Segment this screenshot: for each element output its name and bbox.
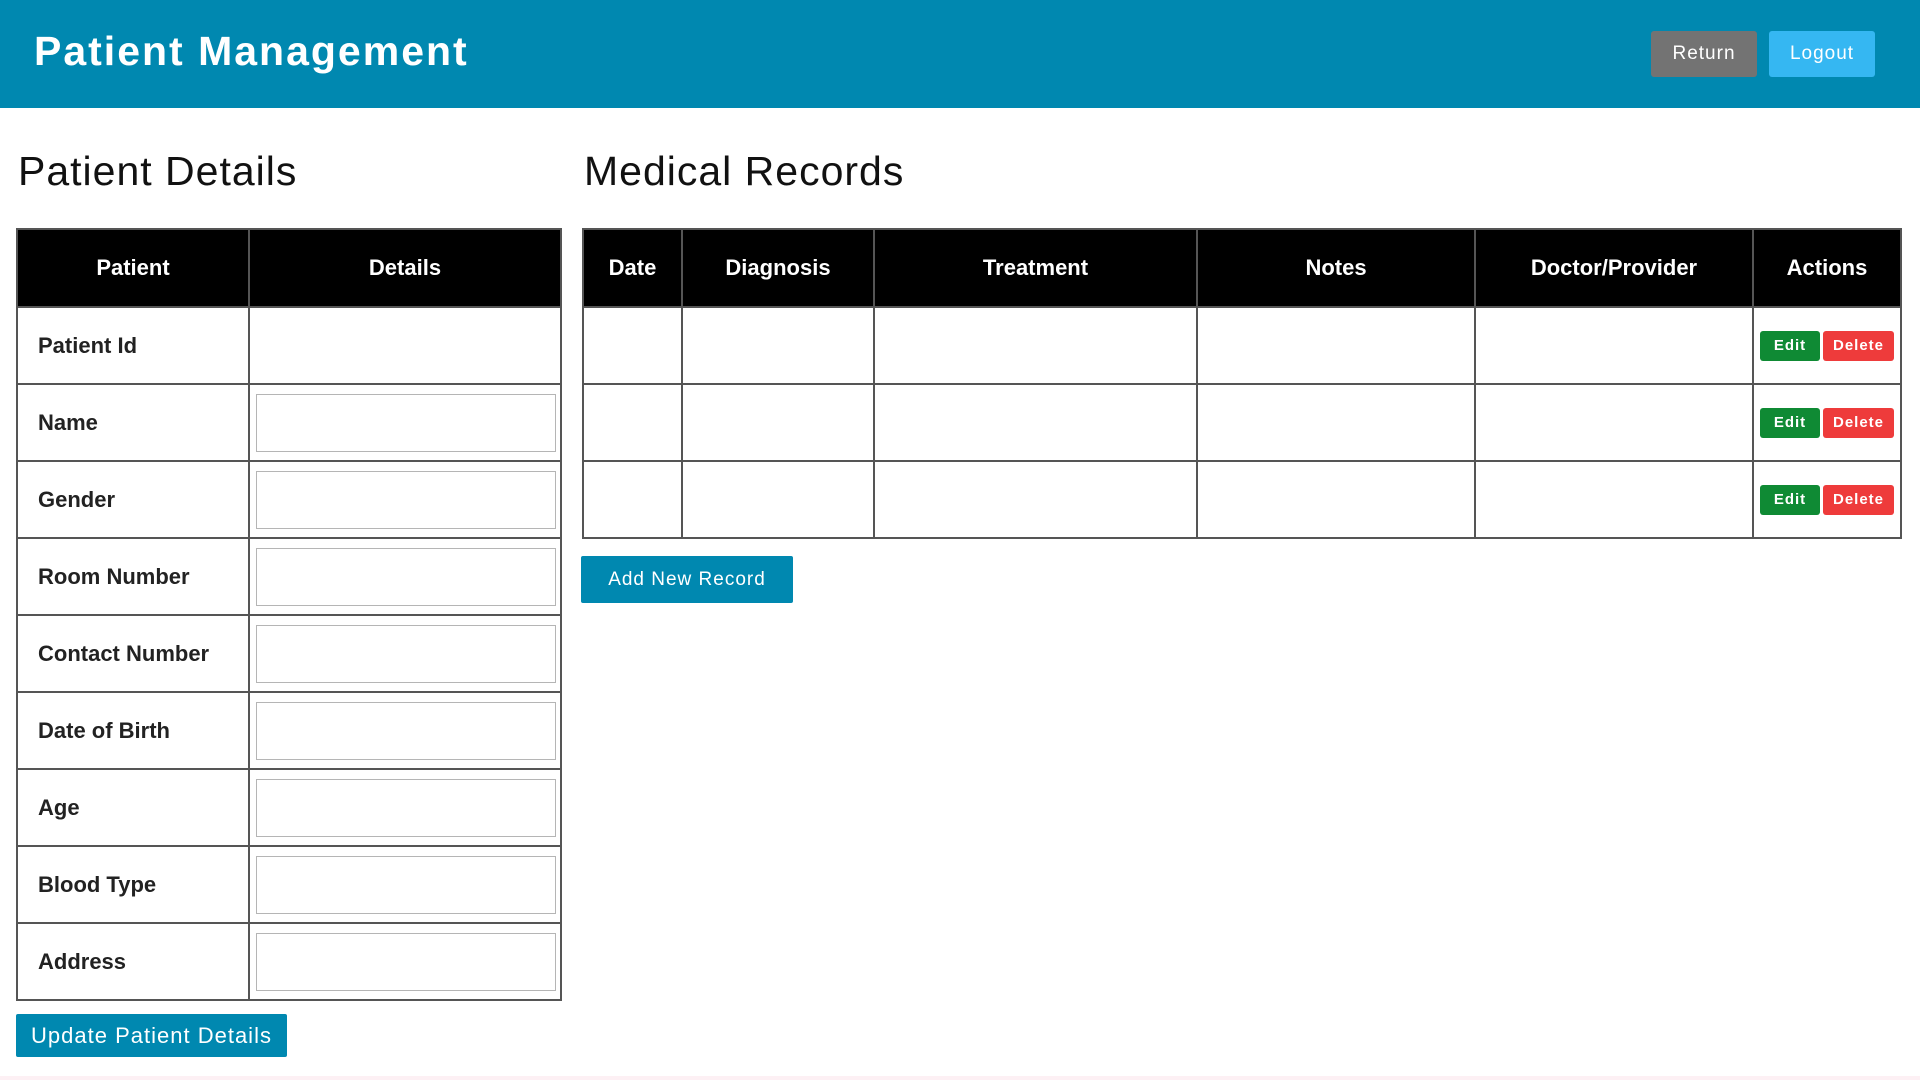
table-row: Edit Delete — [582, 383, 1902, 462]
record-diagnosis-cell — [681, 306, 875, 385]
address-input[interactable] — [256, 932, 556, 991]
field-label-address: Address — [16, 922, 250, 1001]
field-cell-gender — [248, 460, 562, 539]
field-cell-address — [248, 922, 562, 1001]
record-diagnosis-cell — [681, 460, 875, 539]
record-notes-cell — [1196, 306, 1476, 385]
delete-record-button[interactable]: Delete — [1823, 407, 1894, 438]
bottom-strip — [0, 1076, 1920, 1080]
field-cell-name — [248, 383, 562, 462]
room-number-input[interactable] — [256, 547, 556, 606]
column-header-doctor-provider: Doctor/Provider — [1474, 228, 1754, 308]
record-actions-cell: Edit Delete — [1752, 306, 1902, 385]
table-row: Edit Delete — [582, 306, 1902, 385]
app-header: Patient Management Return Logout — [0, 0, 1920, 108]
record-doctor-cell — [1474, 460, 1754, 539]
column-header-treatment: Treatment — [873, 228, 1198, 308]
table-header-row: Patient Details — [16, 228, 562, 308]
table-header-row: Date Diagnosis Treatment Notes Doctor/Pr… — [582, 228, 1902, 308]
patient-field-row-room-number: Room Number — [16, 537, 562, 616]
patient-details-table: Patient Details Patient Id Name Gender R… — [16, 228, 562, 1001]
column-header-details: Details — [248, 228, 562, 308]
delete-record-button[interactable]: Delete — [1823, 330, 1894, 361]
patient-field-row-contact-number: Contact Number — [16, 614, 562, 693]
record-date-cell — [582, 383, 683, 462]
date-of-birth-input[interactable] — [256, 701, 556, 760]
record-actions-cell: Edit Delete — [1752, 460, 1902, 539]
patient-field-row-blood-type: Blood Type — [16, 845, 562, 924]
app-title: Patient Management — [34, 28, 469, 74]
field-label-name: Name — [16, 383, 250, 462]
record-treatment-cell — [873, 306, 1198, 385]
medical-records-title: Medical Records — [584, 148, 905, 194]
field-cell-date-of-birth — [248, 691, 562, 770]
field-cell-room-number — [248, 537, 562, 616]
logout-button[interactable]: Logout — [1769, 31, 1875, 77]
delete-record-button[interactable]: Delete — [1823, 484, 1894, 515]
column-header-date: Date — [582, 228, 683, 308]
field-cell-age — [248, 768, 562, 847]
column-header-notes: Notes — [1196, 228, 1476, 308]
column-header-actions: Actions — [1752, 228, 1902, 308]
edit-record-button[interactable]: Edit — [1760, 407, 1820, 438]
name-input[interactable] — [256, 393, 556, 452]
record-date-cell — [582, 306, 683, 385]
update-patient-details-button[interactable]: Update Patient Details — [16, 1014, 287, 1057]
return-button[interactable]: Return — [1651, 31, 1757, 77]
record-actions-cell: Edit Delete — [1752, 383, 1902, 462]
record-notes-cell — [1196, 460, 1476, 539]
field-label-room-number: Room Number — [16, 537, 250, 616]
column-header-diagnosis: Diagnosis — [681, 228, 875, 308]
field-cell-contact-number — [248, 614, 562, 693]
medical-records-table: Date Diagnosis Treatment Notes Doctor/Pr… — [582, 228, 1902, 539]
record-notes-cell — [1196, 383, 1476, 462]
patient-details-title: Patient Details — [18, 148, 298, 194]
gender-input[interactable] — [256, 470, 556, 529]
field-label-contact-number: Contact Number — [16, 614, 250, 693]
record-diagnosis-cell — [681, 383, 875, 462]
record-doctor-cell — [1474, 383, 1754, 462]
blood-type-input[interactable] — [256, 855, 556, 914]
patient-field-row-patient-id: Patient Id — [16, 306, 562, 385]
column-header-patient: Patient — [16, 228, 250, 308]
edit-record-button[interactable]: Edit — [1760, 484, 1820, 515]
field-value-patient-id — [248, 306, 562, 385]
field-label-blood-type: Blood Type — [16, 845, 250, 924]
patient-field-row-address: Address — [16, 922, 562, 1001]
field-cell-blood-type — [248, 845, 562, 924]
patient-field-row-age: Age — [16, 768, 562, 847]
field-label-date-of-birth: Date of Birth — [16, 691, 250, 770]
add-new-record-button[interactable]: Add New Record — [581, 556, 793, 603]
record-treatment-cell — [873, 383, 1198, 462]
record-treatment-cell — [873, 460, 1198, 539]
edit-record-button[interactable]: Edit — [1760, 330, 1820, 361]
age-input[interactable] — [256, 778, 556, 837]
field-label-age: Age — [16, 768, 250, 847]
field-label-gender: Gender — [16, 460, 250, 539]
patient-field-row-name: Name — [16, 383, 562, 462]
contact-number-input[interactable] — [256, 624, 556, 683]
patient-field-row-gender: Gender — [16, 460, 562, 539]
record-doctor-cell — [1474, 306, 1754, 385]
patient-field-row-date-of-birth: Date of Birth — [16, 691, 562, 770]
record-date-cell — [582, 460, 683, 539]
field-label-patient-id: Patient Id — [16, 306, 250, 385]
table-row: Edit Delete — [582, 460, 1902, 539]
